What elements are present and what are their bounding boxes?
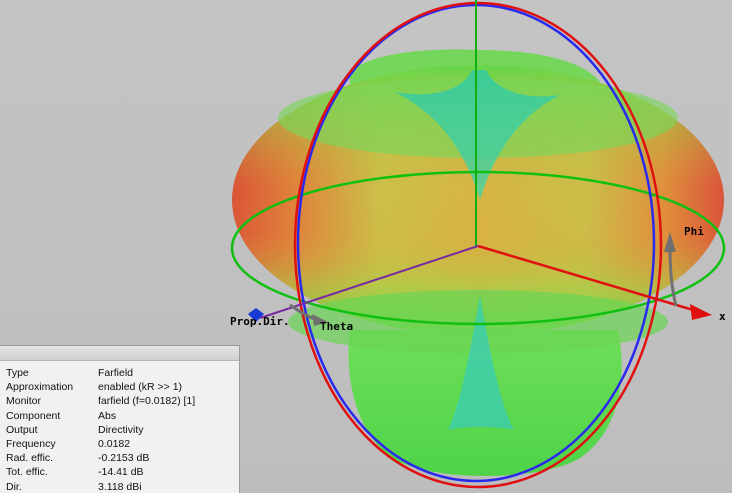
info-value: 3.118 dBi bbox=[98, 480, 142, 493]
info-row-rad-effic: Rad. effic. -0.2153 dB bbox=[6, 451, 195, 465]
info-value: Farfield bbox=[98, 367, 134, 379]
info-key: Type bbox=[6, 367, 29, 379]
info-key: Output bbox=[6, 423, 38, 436]
info-value: 0.0182 bbox=[98, 438, 131, 451]
info-key: Frequency bbox=[6, 438, 56, 451]
theta-label: Theta bbox=[320, 320, 353, 333]
info-key: Tot. effic. bbox=[6, 466, 48, 479]
info-key: Approximation bbox=[6, 381, 74, 394]
phi-label: Phi bbox=[684, 225, 704, 238]
info-value: farfield (f=0.0182) [1] bbox=[98, 395, 196, 408]
info-value: -0.2153 dB bbox=[98, 452, 150, 465]
info-row-dir: Dir. 3.118 dBi bbox=[6, 480, 195, 493]
info-row-monitor: Monitor farfield (f=0.0182) [1] bbox=[6, 394, 195, 408]
info-key: Monitor bbox=[6, 395, 42, 408]
info-row-component: Component Abs bbox=[6, 409, 195, 423]
info-value: enabled (kR >> 1) bbox=[98, 381, 183, 394]
info-value: Abs bbox=[98, 409, 117, 422]
info-value: Directivity bbox=[98, 423, 144, 436]
info-key: Rad. effic. bbox=[6, 452, 54, 465]
x-axis-arrowhead bbox=[690, 304, 712, 320]
info-row-approximation: Approximation enabled (kR >> 1) bbox=[6, 380, 195, 394]
farfield-info-panel: Type Farfield Approximation enabled (kR … bbox=[0, 345, 240, 493]
info-row-tot-effic: Tot. effic. -14.41 dB bbox=[6, 465, 195, 479]
info-row-output: Output Directivity bbox=[6, 423, 195, 437]
info-key: Component bbox=[6, 409, 61, 422]
info-row-frequency: Frequency 0.0182 bbox=[6, 437, 195, 451]
farfield-3d-viewport[interactable]: x Phi Theta Prop.Dir. Type Farfield Appr… bbox=[0, 0, 732, 493]
info-key: Dir. bbox=[6, 480, 22, 493]
info-table: Type Farfield Approximation enabled (kR … bbox=[6, 366, 195, 493]
info-row-type: Type Farfield bbox=[6, 366, 195, 380]
prop-dir-label: Prop.Dir. bbox=[230, 315, 290, 328]
info-value: -14.41 dB bbox=[98, 466, 144, 479]
x-axis-label: x bbox=[719, 310, 726, 323]
info-panel-titlebar bbox=[0, 346, 239, 361]
